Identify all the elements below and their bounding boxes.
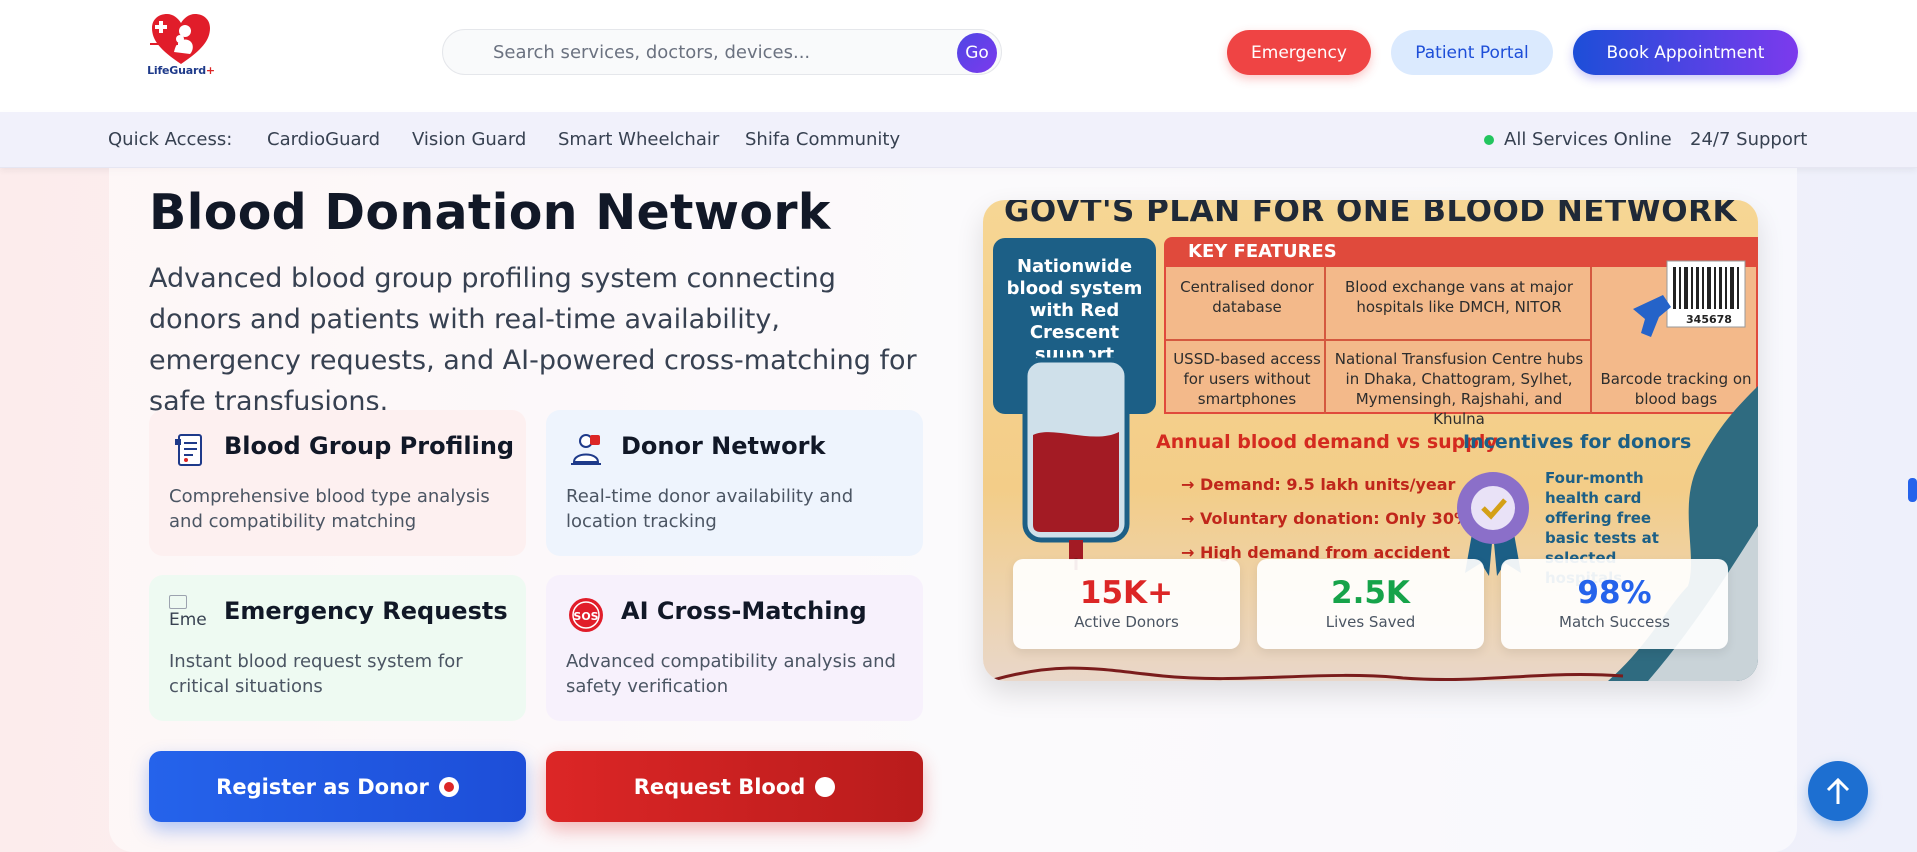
scrollbar-thumb[interactable]	[1908, 478, 1917, 502]
quick-link-cardioguard[interactable]: CardioGuard	[267, 129, 380, 150]
stat-value: 2.5K	[1331, 575, 1410, 611]
services-status: All Services Online	[1484, 129, 1672, 150]
quick-link-vision-guard[interactable]: Vision Guard	[412, 129, 526, 150]
feature-cell: National Transfusion Centre hubs in Dhak…	[1334, 350, 1584, 428]
demand-title: Annual blood demand vs supply	[1156, 431, 1498, 453]
demand-list: Demand: 9.5 lakh units/year Voluntary do…	[1181, 468, 1470, 570]
emergency-button[interactable]: Emergency	[1227, 30, 1371, 75]
quick-link-smart-wheelchair[interactable]: Smart Wheelchair	[558, 129, 719, 150]
status-online-dot	[1484, 134, 1494, 145]
arrow-up-icon	[1826, 777, 1850, 804]
request-blood-button[interactable]: Request Blood	[546, 751, 923, 822]
svg-text:SOS: SOS	[573, 610, 598, 623]
card-title: Blood Group Profiling	[224, 432, 515, 460]
stat-label: Match Success	[1559, 613, 1670, 631]
feature-card-blood-group-profiling[interactable]: Blood Group Profiling Comprehensive bloo…	[149, 410, 526, 556]
broken-image-icon: Eme	[169, 595, 211, 635]
register-donor-label: Register as Donor	[216, 774, 429, 799]
lifeguard-logo[interactable]: LifeGuard+	[143, 12, 219, 80]
search-input[interactable]	[493, 30, 933, 74]
demand-item: Demand: 9.5 lakh units/year	[1181, 468, 1470, 502]
card-text: Comprehensive blood type analysis and co…	[169, 486, 490, 532]
card-title: AI Cross-Matching	[621, 597, 867, 625]
blood-bag-icon	[1022, 340, 1130, 570]
stat-match-success: 98% Match Success	[1501, 559, 1728, 649]
page-description: Advanced blood group profiling system co…	[149, 263, 917, 417]
stat-lives-saved: 2.5K Lives Saved	[1257, 559, 1484, 649]
support-label[interactable]: 24/7 Support	[1690, 129, 1807, 150]
blood-network-infographic: GOVT'S PLAN FOR ONE BLOOD NETWORK Nation…	[983, 200, 1758, 681]
feature-card-ai-cross-matching[interactable]: SOS AI Cross-Matching Advanced compatibi…	[546, 575, 923, 721]
quick-link-shifa-community[interactable]: Shifa Community	[745, 129, 900, 150]
back-to-top-button[interactable]	[1808, 761, 1868, 821]
feature-card-emergency-requests[interactable]: Eme Emergency Requests Instant blood req…	[149, 575, 526, 721]
stat-label: Lives Saved	[1325, 613, 1416, 631]
book-appointment-button[interactable]: Book Appointment	[1573, 30, 1798, 75]
stat-label: Active Donors	[1074, 613, 1179, 631]
card-title: Emergency Requests	[224, 597, 508, 625]
card-text: Advanced compatibility analysis and safe…	[566, 651, 896, 697]
quick-access-label: Quick Access:	[108, 129, 233, 150]
top-header: LifeGuard+ Go Emergency Patient Portal B…	[0, 0, 1917, 112]
page-title: Blood Donation Network	[149, 184, 831, 241]
feature-cell: USSD-based access for users without smar…	[1173, 350, 1321, 408]
register-donor-button[interactable]: Register as Donor	[149, 751, 526, 822]
infographic-title: GOVT'S PLAN FOR ONE BLOOD NETWORK	[1003, 200, 1738, 229]
search-bar: Go	[442, 29, 1002, 75]
blood-tube-line	[992, 666, 1624, 681]
search-go-button[interactable]: Go	[957, 33, 997, 73]
heart-logo-icon	[150, 14, 210, 64]
card-text: Real-time donor availability and locatio…	[566, 486, 854, 532]
stat-value: 15K+	[1079, 575, 1174, 611]
stat-active-donors: 15K+ Active Donors	[1013, 559, 1240, 649]
barcode-scanner-icon: 345678	[1633, 260, 1746, 337]
feature-cell: Blood exchange vans at major hospitals l…	[1345, 278, 1573, 316]
status-text: All Services Online	[1504, 129, 1672, 150]
record-dot-icon	[438, 776, 459, 797]
white-dot-icon	[815, 776, 836, 797]
demand-item: Voluntary donation: Only 30%	[1181, 502, 1470, 536]
logo-text: LifeGuard+	[147, 64, 215, 77]
quick-access-bar: Quick Access: CardioGuard Vision Guard S…	[0, 112, 1917, 168]
patient-portal-button[interactable]: Patient Portal	[1391, 30, 1553, 75]
card-text: Instant blood request system for critica…	[169, 651, 463, 697]
svg-text:345678: 345678	[1686, 313, 1732, 326]
sos-icon: SOS	[566, 595, 606, 635]
request-blood-label: Request Blood	[633, 774, 806, 799]
feature-card-donor-network[interactable]: Donor Network Real-time donor availabili…	[546, 410, 923, 556]
card-title: Donor Network	[621, 432, 826, 460]
profile-document-icon	[169, 430, 209, 470]
feature-cell: Centralised donor database	[1180, 278, 1314, 316]
donor-network-icon	[566, 430, 606, 470]
stat-value: 98%	[1577, 575, 1652, 611]
